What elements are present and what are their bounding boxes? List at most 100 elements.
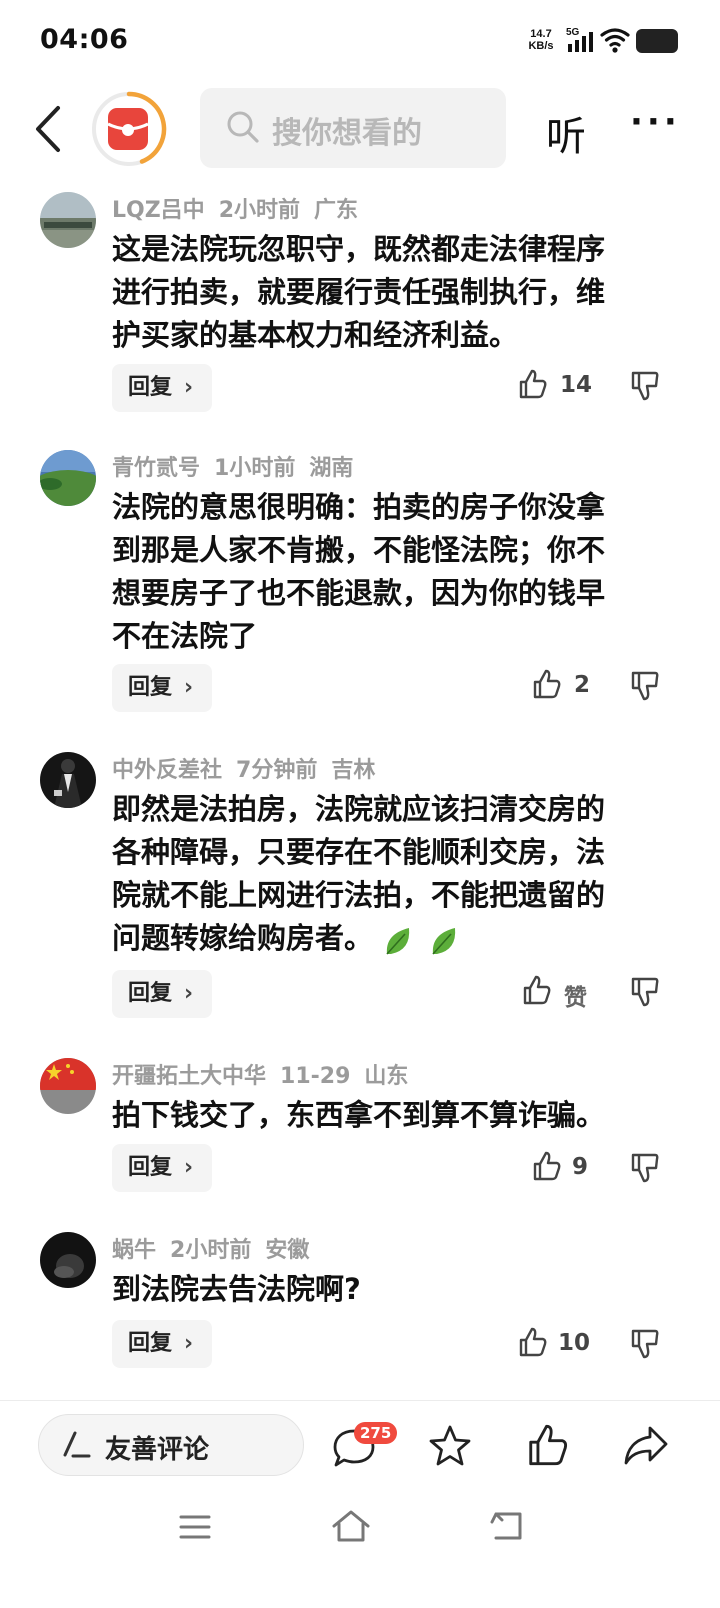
thumbs-down-icon[interactable] xyxy=(630,370,660,402)
comment-meta: 青竹贰号 1小时前 湖南 xyxy=(112,450,367,482)
wifi-icon xyxy=(600,28,630,53)
user-avatar[interactable] xyxy=(40,752,96,808)
comment-username[interactable]: 开疆拓土大中华 xyxy=(112,1064,266,1089)
comment-line: 到法院去告法院啊? xyxy=(112,1272,361,1306)
user-avatar[interactable] xyxy=(40,450,96,506)
menu-icon[interactable] xyxy=(178,1512,212,1542)
thumbs-down-icon[interactable] xyxy=(630,670,660,702)
comment-text: 这是法院玩忽职守，既然都走法律程序 进行拍卖，就要履行责任强制执行，维 护买家的… xyxy=(112,228,672,357)
top-nav: 搜你想看的 听 ··· xyxy=(0,84,720,174)
reply-label: 回复 xyxy=(128,1331,173,1356)
like-button[interactable]: 赞 xyxy=(522,974,598,1014)
thumbs-up-icon xyxy=(519,1327,547,1357)
reply-button[interactable]: 回复 › xyxy=(112,364,212,412)
reply-label: 回复 xyxy=(128,981,173,1006)
comment-line: 进行拍卖，就要履行责任强制执行，维 xyxy=(112,275,606,309)
system-nav-bar xyxy=(0,1500,720,1608)
comment-time: 1小时前 xyxy=(214,456,296,481)
reply-label: 回复 xyxy=(128,375,173,400)
reply-button[interactable]: 回复 › xyxy=(112,664,212,712)
thumbs-down-icon[interactable] xyxy=(630,1152,660,1184)
like-button[interactable]: 10 xyxy=(518,1326,598,1366)
net-speed-value: 14.7 xyxy=(530,28,552,40)
back-icon[interactable] xyxy=(488,1510,526,1542)
thumbs-up-icon xyxy=(533,1151,561,1181)
pen-icon xyxy=(63,1431,91,1458)
divider xyxy=(0,1400,720,1401)
like-button[interactable]: 2 xyxy=(532,668,598,708)
net-speed: 14.7 KB/s xyxy=(524,28,558,52)
comment-meta: LQZ吕中 2小时前 广东 xyxy=(112,192,372,224)
comment-text: 法院的意思很明确：拍卖的房子你没拿 到那是人家不肯搬，不能怪法院；你不 想要房子… xyxy=(112,486,672,658)
reply-button[interactable]: 回复 › xyxy=(112,970,212,1018)
thumbs-up-icon xyxy=(523,975,551,1005)
search-box[interactable]: 搜你想看的 xyxy=(200,88,506,168)
comment-username[interactable]: LQZ吕中 xyxy=(112,198,205,223)
back-arrow-icon[interactable] xyxy=(30,102,70,156)
search-icon xyxy=(227,111,259,143)
battery-icon xyxy=(636,29,678,53)
comment-line: 拍下钱交了，东西拿不到算不算诈骗。 xyxy=(112,1098,606,1132)
comment-username[interactable]: 青竹贰号 xyxy=(112,456,200,481)
user-avatar[interactable] xyxy=(40,1232,96,1288)
comment-meta: 开疆拓土大中华 11-29 山东 xyxy=(112,1058,422,1090)
comment-line: 各种障碍，只要存在不能顺利交房，法 xyxy=(112,835,606,869)
comment-line: 不在法院了 xyxy=(112,619,258,653)
like-count: 14 xyxy=(560,372,593,398)
chevron-right-icon: › xyxy=(184,375,194,400)
comment-username[interactable]: 蜗牛 xyxy=(112,1238,156,1263)
more-button[interactable]: ··· xyxy=(630,102,681,142)
comment-text: 到法院去告法院啊? xyxy=(112,1268,672,1311)
chevron-right-icon: › xyxy=(184,1331,194,1356)
comment-meta: 中外反差社 7分钟前 吉林 xyxy=(112,752,389,784)
bottom-action-bar: 友善评论 275 xyxy=(0,1402,720,1492)
star-icon[interactable] xyxy=(428,1424,472,1468)
comment-placeholder: 友善评论 xyxy=(105,1435,210,1465)
like-button[interactable]: 14 xyxy=(518,368,598,408)
publisher-avatar[interactable] xyxy=(90,90,168,168)
chevron-right-icon: › xyxy=(184,675,194,700)
thumbs-down-icon[interactable] xyxy=(630,1328,660,1360)
comment-time: 11-29 xyxy=(280,1064,351,1089)
comment-region: 广东 xyxy=(314,198,359,223)
share-icon[interactable] xyxy=(622,1424,670,1466)
thumbs-down-icon[interactable] xyxy=(630,976,660,1008)
net-speed-unit: KB/s xyxy=(528,40,554,52)
status-bar: 04:06 14.7 KB/s 5G xyxy=(0,0,720,80)
comment-text: 拍下钱交了，东西拿不到算不算诈骗。 xyxy=(112,1094,672,1137)
like-count: 10 xyxy=(558,1330,591,1356)
listen-button[interactable]: 听 xyxy=(546,104,586,162)
comment-region: 安徽 xyxy=(265,1238,310,1263)
user-avatar[interactable] xyxy=(40,1058,96,1114)
reply-button[interactable]: 回复 › xyxy=(112,1144,212,1192)
like-count: 9 xyxy=(572,1154,589,1180)
like-button[interactable]: 9 xyxy=(532,1150,598,1190)
comment-time: 7分钟前 xyxy=(236,758,318,783)
comment-region: 湖南 xyxy=(309,456,354,481)
comment-line: 到那是人家不肯搬，不能怪法院；你不 xyxy=(112,533,606,567)
comment-line: 即然是法拍房，法院就应该扫清交房的 xyxy=(112,792,606,826)
thumbs-up-icon[interactable] xyxy=(526,1422,570,1468)
comment-line: 法院的意思很明确：拍卖的房子你没拿 xyxy=(112,490,606,524)
comment-line: 院就不能上网进行法拍，不能把遗留的 xyxy=(112,878,606,912)
comment-line: 问题转嫁给购房者。 xyxy=(112,917,672,960)
network-label: 5G xyxy=(566,27,580,38)
home-icon[interactable] xyxy=(330,1508,372,1544)
comment-count-badge: 275 xyxy=(354,1422,398,1444)
thumbs-up-icon xyxy=(533,669,561,699)
comment-username[interactable]: 中外反差社 xyxy=(112,758,222,783)
reply-label: 回复 xyxy=(128,1155,173,1180)
chevron-right-icon: › xyxy=(184,1155,194,1180)
comment-meta: 蜗牛 2小时前 安徽 xyxy=(112,1232,323,1264)
reply-button[interactable]: 回复 › xyxy=(112,1320,212,1368)
thumbs-up-icon xyxy=(519,369,547,399)
like-count: 2 xyxy=(574,672,591,698)
comment-line: 护买家的基本权力和经济利益。 xyxy=(112,318,519,352)
reply-label: 回复 xyxy=(128,675,173,700)
like-count: 赞 xyxy=(564,985,587,1011)
user-avatar[interactable] xyxy=(40,192,96,248)
comment-input[interactable]: 友善评论 xyxy=(38,1414,304,1476)
comment-region: 吉林 xyxy=(331,758,376,783)
comment-time: 2小时前 xyxy=(170,1238,252,1263)
chevron-right-icon: › xyxy=(184,981,194,1006)
